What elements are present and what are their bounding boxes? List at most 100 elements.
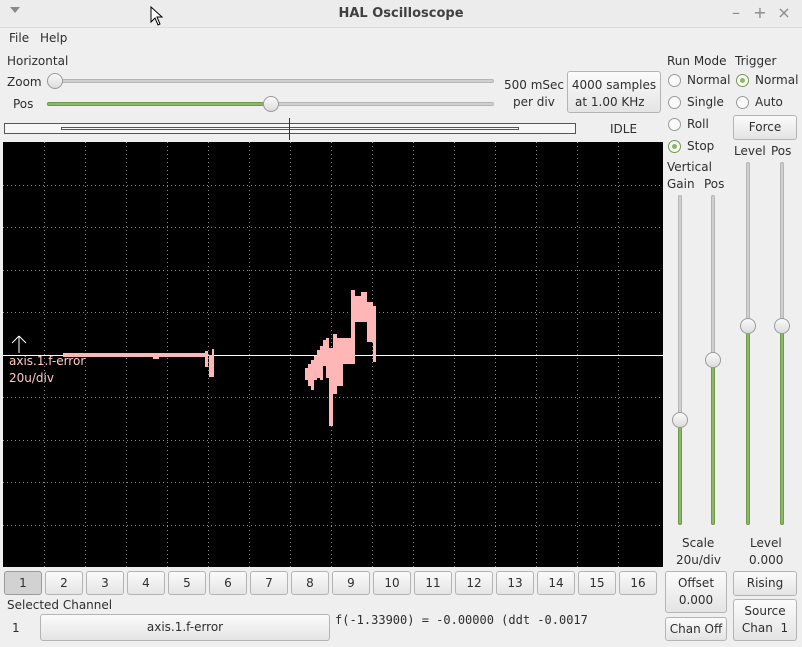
minimize-icon[interactable]: – [728, 5, 744, 21]
channel-button-4[interactable]: 4 [127, 571, 165, 595]
trace-segment [205, 351, 208, 367]
trace-name: axis.1.f-error [9, 354, 86, 368]
channel-button-10[interactable]: 10 [373, 571, 411, 595]
run-mode-stop-radio[interactable] [668, 140, 681, 153]
scale-label: Scale [682, 536, 715, 550]
trace-segment [373, 306, 376, 362]
pos-label: Pos [13, 97, 34, 111]
trace-segment [323, 340, 326, 366]
vertical-gain-label: Gain [667, 177, 695, 191]
vertical-gain-slider-fill [678, 419, 682, 525]
trace-arrow-icon [11, 335, 27, 353]
menu-file[interactable]: File [9, 31, 29, 45]
trigger-pos-slider-knob[interactable] [774, 318, 790, 335]
trace-segment [153, 353, 159, 359]
pos-slider-knob[interactable] [262, 96, 279, 112]
channel-button-5[interactable]: 5 [168, 571, 206, 595]
trigger-normal-radio[interactable] [736, 74, 749, 87]
trace-segment [326, 338, 329, 378]
rate-line2: per div [513, 95, 555, 109]
trace-segment [305, 368, 308, 380]
scope-canvas [3, 142, 663, 567]
record-bar-window [61, 127, 519, 130]
trace-segment [308, 364, 311, 386]
scale-value: 20u/div [676, 553, 721, 567]
trigger-level-value-label: Level [750, 536, 782, 550]
trace-segment [355, 296, 361, 322]
channel-button-9[interactable]: 9 [332, 571, 370, 595]
trace-segment [351, 290, 355, 364]
channel-button-12[interactable]: 12 [455, 571, 493, 595]
menu-help[interactable]: Help [40, 31, 67, 45]
trace-segment [333, 334, 337, 394]
vertical-gain-slider-knob[interactable] [672, 411, 688, 428]
vertical-pos-slider-knob[interactable] [705, 352, 721, 368]
trigger-auto-radio[interactable] [736, 96, 749, 109]
channel-button-8[interactable]: 8 [291, 571, 329, 595]
trace-segment [311, 360, 314, 390]
chan-off-button[interactable]: Chan Off [665, 617, 727, 641]
trace-segment [343, 338, 351, 364]
trigger-auto-label: Auto [755, 95, 783, 109]
run-mode-single-label: Single [687, 95, 724, 109]
trigger-source-button[interactable]: Source Chan 1 [733, 599, 797, 641]
run-mode-roll-radio[interactable] [668, 118, 681, 131]
channel-readout: f(-1.33900) = -0.00000 (ddt -0.00174) [335, 613, 587, 627]
trigger-source-line1: Source [744, 604, 786, 618]
offset-label: Offset [677, 576, 715, 590]
channel-button-11[interactable]: 11 [414, 571, 452, 595]
run-mode-normal-label: Normal [687, 73, 731, 87]
trigger-level-slider-fill [746, 326, 750, 525]
zoom-slider-knob[interactable] [47, 73, 63, 89]
run-mode-roll-label: Roll [687, 117, 709, 131]
trigger-level-slider-knob[interactable] [740, 318, 756, 335]
selected-channel-name-button[interactable]: axis.1.f-error [40, 614, 330, 641]
trace-segment [361, 292, 367, 322]
channel-button-15[interactable]: 15 [578, 571, 616, 595]
channel-button-13[interactable]: 13 [496, 571, 534, 595]
trace-segment [314, 356, 317, 380]
channel-button-1[interactable]: 1 [4, 571, 42, 595]
trace-segment [212, 349, 214, 377]
pos-slider-fill [47, 102, 271, 106]
offset-value: 0.000 [678, 593, 714, 607]
offset-button[interactable]: Offset 0.000 [665, 571, 727, 613]
run-mode-normal-radio[interactable] [668, 74, 681, 87]
trace-scale: 20u/div [9, 371, 54, 385]
channel-button-16[interactable]: 16 [619, 571, 657, 595]
selected-channel-number: 1 [12, 621, 20, 635]
selected-channel-title: Selected Channel [7, 598, 113, 612]
trigger-source-line2: Chan 1 [741, 621, 789, 635]
samples-button[interactable]: 4000 samples at 1.00 KHz [567, 71, 661, 113]
status-text: IDLE [610, 122, 638, 136]
channel-button-3[interactable]: 3 [86, 571, 124, 595]
channel-button-6[interactable]: 6 [209, 571, 247, 595]
rate-line1: 500 mSec [504, 78, 565, 92]
samples-line2: at 1.00 KHz [575, 95, 645, 109]
trigger-pos-slider-fill [780, 326, 784, 525]
force-button[interactable]: Force [733, 115, 797, 140]
mouse-cursor-icon [150, 6, 164, 26]
channel-button-2[interactable]: 2 [45, 571, 83, 595]
trace-waveform [63, 290, 376, 426]
horizontal-title: Horizontal [7, 54, 69, 68]
scope-display[interactable] [3, 142, 663, 567]
trigger-edge-button[interactable]: Rising [733, 571, 797, 596]
maximize-icon[interactable]: + [752, 5, 768, 21]
zoom-label: Zoom [7, 75, 42, 89]
run-mode-single-radio[interactable] [668, 96, 681, 109]
vertical-title: Vertical [667, 160, 712, 174]
trace-segment [329, 348, 333, 426]
channel-button-7[interactable]: 7 [250, 571, 288, 595]
channel-button-14[interactable]: 14 [537, 571, 575, 595]
close-icon[interactable]: × [776, 5, 792, 21]
trace-segment [209, 355, 212, 377]
run-mode-title: Run Mode [667, 54, 727, 68]
vertical-pos-label: Pos [704, 177, 725, 191]
trace-segment [337, 338, 343, 386]
trace-segment [320, 346, 323, 380]
trace-segment [317, 350, 320, 378]
trace-segment [367, 302, 373, 342]
zoom-slider-track[interactable] [47, 79, 494, 83]
record-bar-marker [289, 118, 290, 140]
